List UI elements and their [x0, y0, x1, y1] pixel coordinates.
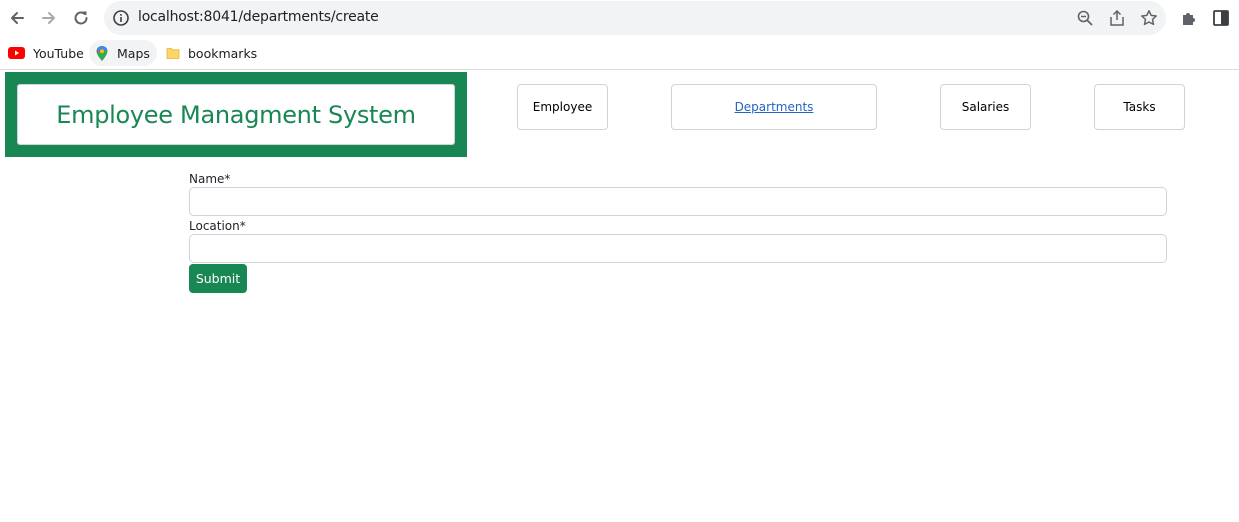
- bookmark-youtube[interactable]: YouTube: [8, 40, 84, 66]
- nav-label: Tasks: [1123, 100, 1156, 114]
- bookmark-label: YouTube: [33, 45, 84, 61]
- reload-icon: [74, 11, 88, 25]
- bookmarks-bar: YouTube Maps bookmarks: [0, 36, 1239, 70]
- brand-card: Employee Managment System: [17, 84, 455, 145]
- bookmark-label: Maps: [117, 45, 150, 61]
- back-button[interactable]: [5, 6, 29, 30]
- location-field[interactable]: [189, 234, 1167, 263]
- nav-label: Salaries: [961, 100, 1010, 114]
- nav-label[interactable]: Departments: [735, 100, 814, 114]
- department-form: Name* Location* Submit: [189, 171, 1167, 293]
- reload-button[interactable]: [69, 6, 93, 30]
- name-label: Name*: [189, 172, 231, 186]
- nav-departments[interactable]: Departments: [671, 84, 877, 130]
- folder-icon: [166, 48, 180, 59]
- address-bar[interactable]: localhost:8041/departments/create: [104, 1, 1166, 35]
- maps-icon: [96, 45, 108, 61]
- bookmark-maps[interactable]: Maps: [89, 40, 157, 66]
- forward-button[interactable]: [37, 6, 61, 30]
- name-field[interactable]: [189, 187, 1167, 216]
- bookmark-label: bookmarks: [188, 45, 258, 61]
- share-icon[interactable]: [1108, 9, 1126, 27]
- nav-employee[interactable]: Employee: [517, 84, 608, 130]
- zoom-icon[interactable]: [1076, 9, 1094, 27]
- brand-title: Employee Managment System: [56, 100, 416, 129]
- bookmark-folder[interactable]: bookmarks: [166, 40, 257, 66]
- nav-label: Employee: [532, 100, 593, 114]
- nav-salaries[interactable]: Salaries: [940, 84, 1031, 130]
- submit-button[interactable]: Submit: [189, 264, 247, 293]
- extensions-icon[interactable]: [1180, 9, 1198, 27]
- side-panel-icon[interactable]: [1212, 9, 1230, 27]
- url-text: localhost:8041/departments/create: [138, 9, 379, 25]
- brand-container: Employee Managment System: [5, 72, 467, 157]
- forward-arrow-icon: [42, 12, 55, 24]
- site-info-icon[interactable]: [112, 9, 130, 27]
- back-arrow-icon: [11, 12, 24, 24]
- location-label: Location*: [189, 219, 246, 233]
- bookmark-star-icon[interactable]: [1140, 9, 1158, 27]
- nav-tasks[interactable]: Tasks: [1094, 84, 1185, 130]
- browser-toolbar: localhost:8041/departments/create: [0, 0, 1239, 36]
- youtube-icon: [8, 47, 25, 59]
